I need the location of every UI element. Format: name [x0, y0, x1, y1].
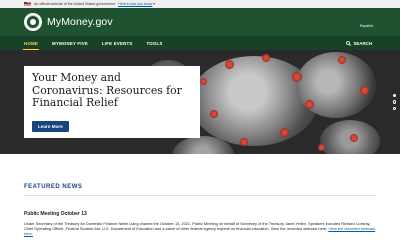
hero-card: Your Money and Coronavirus: Resources fo… [24, 66, 200, 138]
coronavirus-image [190, 56, 318, 146]
search-button[interactable]: SEARCH [346, 36, 372, 50]
news-body: Under Secretary of the Treasury for Dome… [24, 221, 376, 236]
nav-item-life-events[interactable]: LIFE EVENTS [98, 36, 137, 50]
gov-banner: An official website of the United States… [0, 0, 400, 8]
virus-spike [280, 128, 289, 137]
virus-spike [240, 138, 248, 146]
virus-spike [292, 72, 302, 82]
virus-spike [305, 100, 314, 109]
virus-spike [210, 110, 218, 118]
learn-more-button[interactable]: Learn More [32, 121, 69, 132]
virus-spike [338, 56, 346, 64]
chevron-down-icon: ▾ [153, 2, 156, 6]
us-flag-icon [24, 2, 31, 6]
carousel-dot[interactable] [392, 94, 396, 98]
search-icon [346, 40, 352, 46]
nav-item-home[interactable]: HOME [20, 36, 42, 50]
site-title[interactable]: MyMoney.gov [47, 16, 113, 28]
virus-spike [262, 54, 270, 62]
virus-spike [318, 144, 325, 151]
language-link[interactable]: Español [360, 24, 373, 28]
virus-spike [200, 78, 207, 85]
nav-item-tools[interactable]: TOOLS [142, 36, 166, 50]
divider [24, 195, 376, 196]
news-body-text: Under Secretary of the Treasury for Dome… [24, 220, 371, 231]
gov-banner-text: An official website of the United States… [34, 2, 116, 6]
virus-spike [360, 86, 369, 95]
hero-title: Your Money and Coronavirus: Resources fo… [32, 71, 182, 109]
nav-item-mymoney-five[interactable]: MYMONEY FIVE [48, 36, 92, 50]
site-header: MyMoney.gov Español [0, 8, 400, 36]
virus-spike [225, 60, 234, 69]
virus-spike [350, 134, 358, 142]
main-nav: HOME MYMONEY FIVE LIFE EVENTS TOOLS SEAR… [0, 36, 400, 50]
news-title[interactable]: Public Meeting October 13 [24, 211, 376, 217]
search-label: SEARCH [353, 40, 372, 46]
featured-news-heading: FEATURED NEWS [24, 184, 83, 190]
carousel-dots [392, 94, 396, 111]
heres-how-you-know-link[interactable]: Here's how you know [118, 2, 152, 6]
hero-carousel: Your Money and Coronavirus: Resources fo… [0, 50, 400, 154]
carousel-dot[interactable] [392, 106, 396, 111]
featured-news-section: FEATURED NEWS Public Meeting October 13 … [0, 184, 400, 236]
carousel-dot[interactable] [392, 100, 396, 104]
treasury-seal-icon[interactable] [24, 13, 42, 31]
